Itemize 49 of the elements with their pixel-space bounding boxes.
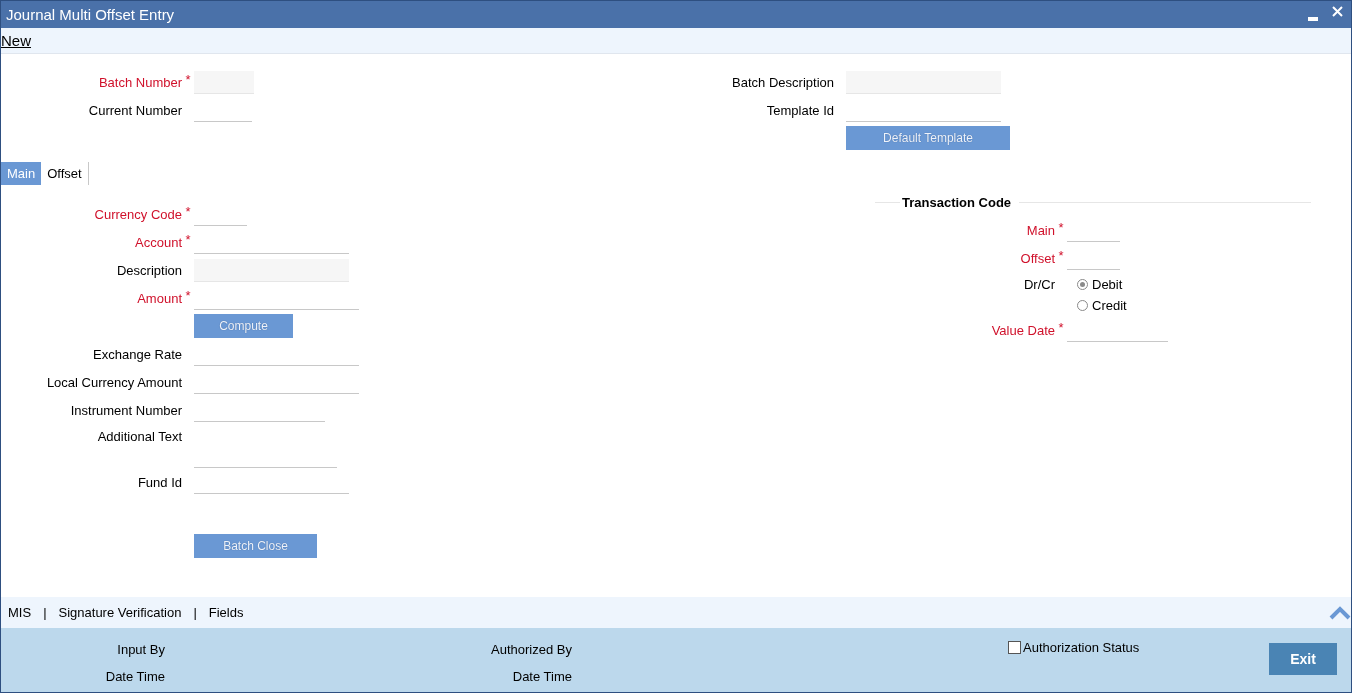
section-title: Transaction Code <box>901 194 1013 210</box>
radio-button[interactable] <box>1077 300 1088 311</box>
separator-glyph: | <box>193 605 197 620</box>
field-label: Account <box>134 234 182 250</box>
required-mark: * <box>1057 219 1065 235</box>
field-label: Currency Code <box>93 206 182 222</box>
field-label: Dr/Cr <box>1022 276 1055 294</box>
section-link[interactable]: Signature Verification <box>58 605 182 620</box>
window-title: Journal Multi Offset Entry <box>6 6 176 23</box>
audit-label: Date Time <box>511 668 572 685</box>
separator-glyph: | <box>43 605 47 620</box>
minimize-icon[interactable] <box>1308 16 1318 21</box>
required-mark: * <box>184 203 192 219</box>
exit-button[interactable]: Exit <box>1269 643 1337 675</box>
field-label: Offset <box>1019 250 1055 266</box>
field-label: Batch Description <box>731 74 834 90</box>
close-icon[interactable] <box>1332 6 1343 17</box>
field-label: Local Currency Amount <box>45 374 182 390</box>
chevron-up-icon[interactable] <box>1329 605 1351 620</box>
field-label: Instrument Number <box>69 402 182 418</box>
field-label: Batch Number <box>97 74 182 90</box>
section-link[interactable]: MIS <box>8 605 32 620</box>
new-link[interactable]: New <box>1 32 31 49</box>
field-label: Current Number <box>87 102 182 118</box>
audit-label: Authorized By <box>490 641 572 658</box>
input-field[interactable] <box>194 258 349 282</box>
input-field[interactable] <box>846 70 1001 94</box>
required-mark: * <box>184 71 192 87</box>
field-label: Amount <box>136 290 182 306</box>
checkbox[interactable] <box>1008 641 1021 654</box>
radio-button[interactable] <box>1077 279 1088 290</box>
field-label: Exchange Rate <box>92 346 182 362</box>
input-field[interactable] <box>194 70 254 94</box>
required-mark: * <box>184 287 192 303</box>
field-label: Main <box>1025 222 1055 238</box>
field-label: Value Date <box>990 322 1055 338</box>
field-label: Fund Id <box>136 474 182 490</box>
checkbox-label: Authorization Status <box>1023 640 1140 655</box>
audit-label: Date Time <box>104 668 165 685</box>
field-label: Description <box>115 262 182 278</box>
field-label: Additional Text <box>96 428 182 444</box>
section-link[interactable]: Fields <box>208 605 244 620</box>
required-mark: * <box>1057 247 1065 263</box>
audit-label: Input By <box>116 641 165 658</box>
field-label: Template Id <box>765 102 834 118</box>
required-mark: * <box>184 231 192 247</box>
radio-label: Debit <box>1092 277 1123 292</box>
radio-label: Credit <box>1092 298 1127 313</box>
required-mark: * <box>1057 319 1065 335</box>
